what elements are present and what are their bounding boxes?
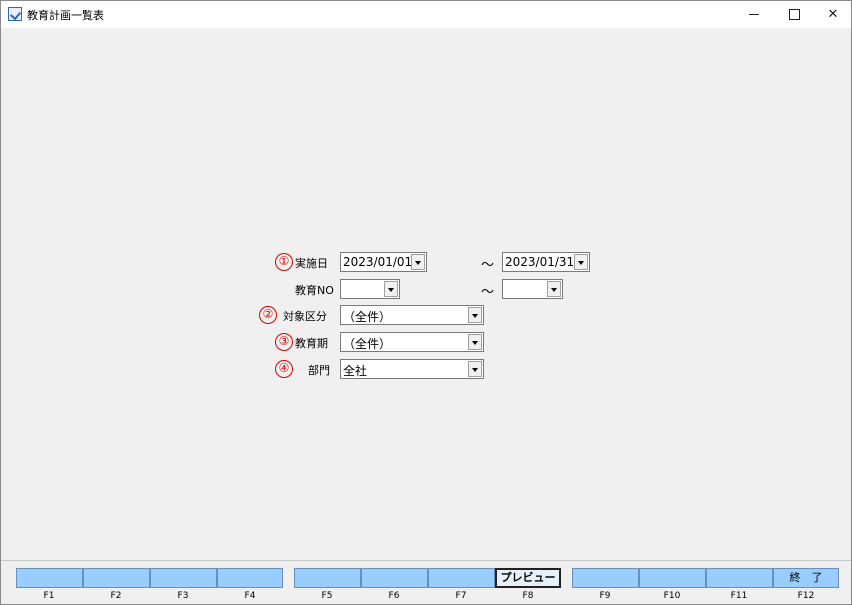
fkey-f9-button[interactable] [572,568,639,588]
range-separator: ～ [481,258,495,273]
fkey-label-f9: F9 [599,591,611,601]
marker-2: ② [259,306,277,324]
fkey-label-f2: F2 [110,591,122,601]
bottom-separator [1,560,851,561]
fkey-label-f7: F7 [455,591,467,601]
target-row: ② 対象区分 （全件） [1,305,851,325]
fkey-f1-button[interactable] [16,568,83,588]
fkey-label-f3: F3 [177,591,189,601]
dept-row: ④ 部門 全社 [1,359,851,379]
range-separator: ～ [481,285,495,300]
fkey-label-f5: F5 [321,591,333,601]
marker-1: ① [275,253,293,271]
edu-no-row: 教育NO ～ [1,279,851,300]
minimize-icon[interactable] [734,1,774,28]
dropdown-arrow-icon[interactable] [384,281,398,297]
dropdown-arrow-icon[interactable] [468,334,482,350]
date-to-select[interactable]: 2023/01/31 [502,252,590,272]
close-icon[interactable]: ✕ [813,1,852,28]
fkey-label-f12: F12 [797,591,815,601]
fkey-f4-button[interactable] [217,568,283,588]
fkey-f7-button[interactable] [428,568,495,588]
app-icon [8,7,22,21]
fkey-label-f10: F10 [663,591,681,601]
fkey-f5-button[interactable] [294,568,361,588]
dropdown-arrow-icon[interactable] [468,361,482,377]
marker-3: ③ [275,333,293,351]
fkey-f11-button[interactable] [706,568,773,588]
date-row: ① 実施日 2023/01/01 ～ 2023/01/31 [1,252,851,273]
maximize-icon[interactable] [774,1,814,28]
edu-no-from-select[interactable] [340,279,400,299]
dropdown-arrow-icon[interactable] [411,254,425,270]
fkey-f10-button[interactable] [639,568,706,588]
dropdown-arrow-icon[interactable] [547,281,561,297]
fkey-f3-button[interactable] [150,568,217,588]
fkey-f6-button[interactable] [361,568,428,588]
preview-button[interactable]: プレビュー [495,568,561,588]
window-title: 教育計画一覧表 [27,9,104,22]
target-label: 対象区分 [283,310,327,323]
title-bar: 教育計画一覧表 ✕ [1,1,851,28]
fkey-label-f8: F8 [522,591,534,601]
exit-button[interactable]: 終 了 [773,568,839,588]
period-label: 教育期 [295,337,328,350]
dept-label: 部門 [308,364,330,377]
edu-no-label: 教育NO [295,284,334,297]
dropdown-arrow-icon[interactable] [574,254,588,270]
fkey-label-f6: F6 [388,591,400,601]
edu-no-to-select[interactable] [502,279,563,299]
main-window: 教育計画一覧表 ✕ ① 実施日 2023/01/01 ～ 2023/01/31 … [0,0,852,605]
dropdown-arrow-icon[interactable] [468,307,482,323]
marker-4: ④ [275,360,293,378]
target-select[interactable]: （全件） [340,305,484,325]
date-from-select[interactable]: 2023/01/01 [340,252,427,272]
period-row: ③ 教育期 （全件） [1,332,851,352]
fkey-label-f4: F4 [244,591,256,601]
period-select[interactable]: （全件） [340,332,484,352]
dept-select[interactable]: 全社 [340,359,484,379]
fkey-f2-button[interactable] [83,568,150,588]
fkey-label-f11: F11 [730,591,748,601]
fkey-label-f1: F1 [43,591,55,601]
date-label: 実施日 [295,257,328,270]
